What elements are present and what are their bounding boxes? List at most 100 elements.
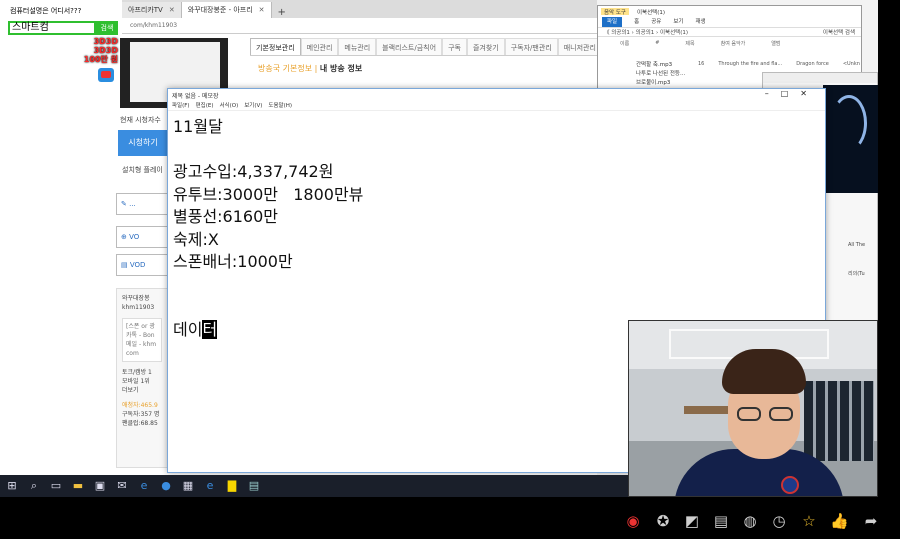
stream-frame: 컴퓨터설명은 어디서??? 스마트컴 검색 3D3D 3D3D 100만 원 현… <box>0 0 900 539</box>
menu-edit[interactable]: 편집(E) <box>196 101 214 110</box>
explorer-search[interactable]: 이북선택 검색 <box>823 28 855 36</box>
col-name[interactable]: 이름 <box>620 40 629 47</box>
album-icon[interactable]: ▤ <box>712 512 730 530</box>
address-bar[interactable]: com/khm11903 <box>122 18 597 34</box>
menu-format[interactable]: 서식(O) <box>219 101 238 110</box>
explorer-path[interactable]: 《 의공의1 › 의공의1 › 이북선택(1) <box>604 28 688 36</box>
text-line: 별풍선:6160만 <box>173 207 278 226</box>
mobile-rank: 모바일 1위 <box>122 378 150 385</box>
image-side-label: All The <box>848 242 866 248</box>
overlay-caption: 컴퓨터설명은 어디서??? <box>8 6 84 16</box>
notepad-icon[interactable]: ▤ <box>248 480 260 492</box>
col-number[interactable]: # <box>655 40 659 47</box>
tab-favorites[interactable]: 즐겨찾기 <box>466 38 505 55</box>
maximize-icon[interactable]: □ <box>781 89 801 98</box>
edge-icon-2[interactable]: e <box>204 480 216 492</box>
close-icon[interactable]: ✕ <box>169 6 175 14</box>
new-tab-button[interactable]: + <box>272 7 292 18</box>
music-tools-tag[interactable]: 음악 도구 <box>601 8 629 16</box>
ribbon-share[interactable]: 공유 <box>651 17 661 27</box>
broadcast-info-breadcrumb: 방송국 기본정보 | 내 방송 정보 <box>258 63 362 74</box>
browser-tab-label: 아프리카TV <box>128 6 163 14</box>
tab-blacklist[interactable]: 블랙리스트/금칙어 <box>376 38 443 55</box>
overlay-red-line-2: 100만 원 <box>83 55 118 64</box>
overlay-search-button: 검색 <box>96 21 118 35</box>
channel-contact: [스폰 or 광 카톡 - Bon 메일 - khm com <box>122 318 162 362</box>
file-item[interactable]: 간떡할 축.mp3 <box>598 61 863 70</box>
explorer-icon[interactable]: ▬ <box>72 480 84 492</box>
menu-help[interactable]: 도움말(H) <box>268 101 292 110</box>
current-viewers-label: 현재 시청자수 <box>120 116 161 124</box>
edge-icon[interactable]: e <box>138 480 150 492</box>
browser-tab-label: 와꾸대장봉준 - 아프리 <box>187 6 253 14</box>
task-view-icon[interactable]: ▭ <box>50 480 62 492</box>
notepad-text-area[interactable]: 11월달 광고수입:4,337,742원 유투브:3000만 1800만뷰 별풍… <box>173 116 363 341</box>
col-album[interactable]: 앨범 <box>771 40 780 47</box>
breadcrumb-my-broadcast[interactable]: 내 방송 정보 <box>320 64 362 73</box>
breadcrumb-station-info[interactable]: 방송국 기본정보 <box>258 64 312 73</box>
glasses-lens-right <box>769 407 793 421</box>
share-icon[interactable]: ➦ <box>862 512 880 530</box>
overlay-search-input: 스마트컴 <box>8 21 96 35</box>
text-line <box>173 274 363 297</box>
glasses-lens-left <box>737 407 761 421</box>
tab-managers[interactable]: 매니저관리 <box>557 38 602 55</box>
jersey-badge-icon <box>781 476 799 494</box>
overlay-red-text: 3D3D 3D3D 100만 원 <box>68 37 118 64</box>
more-link[interactable]: 더보기 <box>122 386 162 395</box>
text-line <box>173 296 363 319</box>
ribbon-play[interactable]: 재생 <box>695 17 705 27</box>
mail-icon[interactable]: ✉ <box>116 480 128 492</box>
col-artist[interactable]: 참여 음악가 <box>721 40 746 47</box>
browser-tab-strip: 아프리카TV ✕ 와꾸대장봉준 - 아프리 ✕ + <box>122 0 597 18</box>
history-icon[interactable]: ◷ <box>770 512 788 530</box>
favorite-star-icon[interactable]: ☆ <box>800 512 818 530</box>
ime-composing-char: 터 <box>202 319 218 339</box>
kakao-icon[interactable]: ▇ <box>226 480 238 492</box>
close-icon[interactable]: ✕ <box>259 6 265 14</box>
explorer-ribbon: 파일 홈 공유 보기 재생 <box>598 17 861 27</box>
windows-icon[interactable]: ⊞ <box>6 480 18 492</box>
write-button[interactable]: ✎ ... <box>116 193 168 215</box>
tab-menu[interactable]: 메뉴관리 <box>338 38 377 55</box>
menu-view[interactable]: 보기(V) <box>244 101 262 110</box>
vod-button[interactable]: ⊕ VO <box>116 226 168 248</box>
close-icon[interactable]: ✕ <box>800 89 819 98</box>
window-controls: –□✕ <box>765 89 819 98</box>
tab-subscribers[interactable]: 구독자/팬관리 <box>504 38 558 55</box>
streamer-glasses <box>733 407 795 423</box>
channel-info-box: 와꾸대장봉 khm11903 [스폰 or 광 카톡 - Bon 메일 - kh… <box>116 288 168 468</box>
streamer-hair <box>722 349 806 394</box>
minimize-icon[interactable]: – <box>765 89 781 98</box>
watch-button[interactable]: 시청하기 <box>118 130 168 156</box>
ribbon-view[interactable]: 보기 <box>673 17 683 27</box>
tab-subscribe[interactable]: 구독 <box>442 38 467 55</box>
photos-icon[interactable]: ▦ <box>182 480 194 492</box>
thumbs-up-icon[interactable]: 👍 <box>830 512 849 530</box>
ribbon-file[interactable]: 파일 <box>602 17 623 27</box>
channel-tabs: 기본정보관리 메인관리 메뉴관리 블랙리스트/금칙어 구독 즐겨찾기 구독자/팬… <box>250 38 602 56</box>
app-icon[interactable]: ● <box>160 480 172 492</box>
col-title[interactable]: 제목 <box>685 40 694 47</box>
search-icon[interactable]: ⌕ <box>28 480 40 492</box>
browser-tab-channel[interactable]: 와꾸대장봉준 - 아프리 ✕ <box>181 2 272 18</box>
sticker-icon[interactable]: ◩ <box>683 512 701 530</box>
broadcast-icon[interactable]: ◉ <box>624 512 642 530</box>
typed-text: 데이 <box>173 319 203 339</box>
vod-list-button[interactable]: ▤ VOD <box>116 254 168 276</box>
tab-main[interactable]: 메인관리 <box>300 38 339 55</box>
ribbon-home[interactable]: 홈 <box>634 17 639 27</box>
tab-basic-info[interactable]: 기본정보관리 <box>250 38 301 55</box>
dark-artwork-image <box>823 85 878 193</box>
notepad-title-bar: 제목 없음 - 메모장 –□✕ <box>168 89 825 101</box>
player-bottom-bar <box>0 497 900 539</box>
star-medal-icon[interactable]: ✪ <box>654 512 672 530</box>
explorer-columns: 이름 # 제목 참여 음악가 앨범 <box>598 37 861 50</box>
menu-file[interactable]: 파일(F) <box>172 101 190 110</box>
browser-tab-afreeca[interactable]: 아프리카TV ✕ <box>122 2 182 18</box>
store-icon[interactable]: ▣ <box>94 480 106 492</box>
text-line <box>173 139 363 162</box>
balloon-icon[interactable]: ◍ <box>741 512 759 530</box>
notepad-title: 제목 없음 - 메모장 <box>172 93 219 100</box>
install-player-text: 설치형 플레이 <box>122 166 163 174</box>
